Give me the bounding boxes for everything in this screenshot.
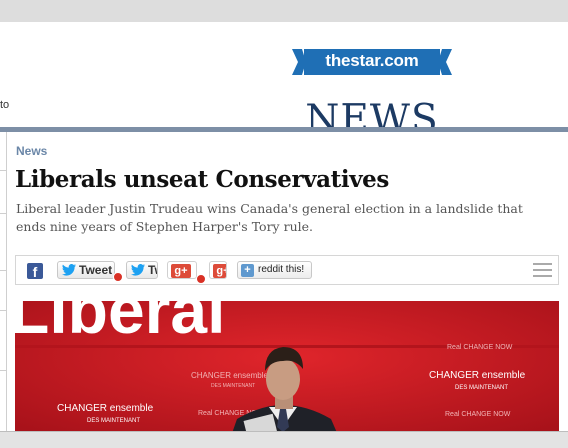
real-change-text: Real CHANGE NOW bbox=[447, 344, 513, 351]
thestar-logo[interactable]: thestar.com bbox=[292, 49, 452, 75]
browser-top-strip bbox=[0, 0, 568, 22]
left-side-panel bbox=[0, 132, 7, 442]
trudeau-victory-photo: Liberal CHANGER ensemble DES MAINTENANT … bbox=[15, 301, 559, 442]
side-divider bbox=[0, 170, 7, 171]
browser-bottom-strip bbox=[0, 431, 568, 448]
reddit-label: reddit this! bbox=[258, 264, 305, 275]
sign-text: CHANGER ensemble bbox=[57, 403, 154, 414]
header-cut-text[interactable]: to bbox=[0, 99, 9, 111]
article-photo[interactable]: Liberal CHANGER ensemble DES MAINTENANT … bbox=[15, 301, 559, 442]
side-divider bbox=[0, 370, 7, 371]
sign-text: CHANGER ensemble bbox=[429, 370, 526, 381]
sign-subtext: DES MAINTENANT bbox=[87, 418, 140, 424]
reddit-button[interactable]: + reddit this! bbox=[237, 261, 312, 279]
twitter-bird-icon bbox=[62, 264, 76, 276]
real-change-text: Real CHANGE NOW bbox=[445, 411, 511, 418]
headline: Liberals unseat Conservatives bbox=[15, 166, 389, 193]
facebook-icon[interactable]: f bbox=[27, 263, 43, 280]
notification-badge bbox=[196, 274, 206, 284]
hamburger-menu-icon[interactable] bbox=[533, 262, 552, 278]
tweet-button[interactable]: Tweet bbox=[57, 261, 115, 279]
google-plus-button[interactable]: g+ bbox=[167, 261, 197, 279]
article-summary: Liberal leader Justin Trudeau wins Canad… bbox=[16, 201, 523, 234]
sign-subtext: DES MAINTENANT bbox=[211, 383, 255, 389]
article: News Liberals unseat Conservatives Liber… bbox=[8, 132, 568, 442]
twitter-bird-icon bbox=[131, 264, 145, 276]
site-header: to thestar.com NEWS bbox=[0, 22, 568, 142]
side-divider bbox=[0, 310, 7, 311]
tweet-button-secondary[interactable]: Tw bbox=[126, 261, 158, 279]
tweet-label: Tw bbox=[148, 263, 157, 277]
google-plus-icon: g+ bbox=[213, 264, 226, 278]
sign-subtext: DES MAINTENANT bbox=[455, 385, 508, 391]
share-bar: f Tweet Tw g+ g+ + reddit this! bbox=[15, 255, 559, 285]
liberal-backdrop-text: Liberal bbox=[15, 301, 225, 347]
google-plus-icon: g+ bbox=[171, 264, 191, 278]
google-plus-button-secondary[interactable]: g+ bbox=[209, 261, 227, 279]
plus-icon: + bbox=[241, 264, 254, 277]
section-label[interactable]: News bbox=[16, 144, 47, 158]
sign-text: CHANGER ensemble bbox=[191, 371, 268, 380]
side-divider bbox=[0, 213, 7, 214]
logo-text: thestar.com bbox=[325, 51, 419, 70]
tweet-label: Tweet bbox=[79, 263, 113, 277]
notification-badge bbox=[113, 272, 123, 282]
side-divider bbox=[0, 270, 7, 271]
